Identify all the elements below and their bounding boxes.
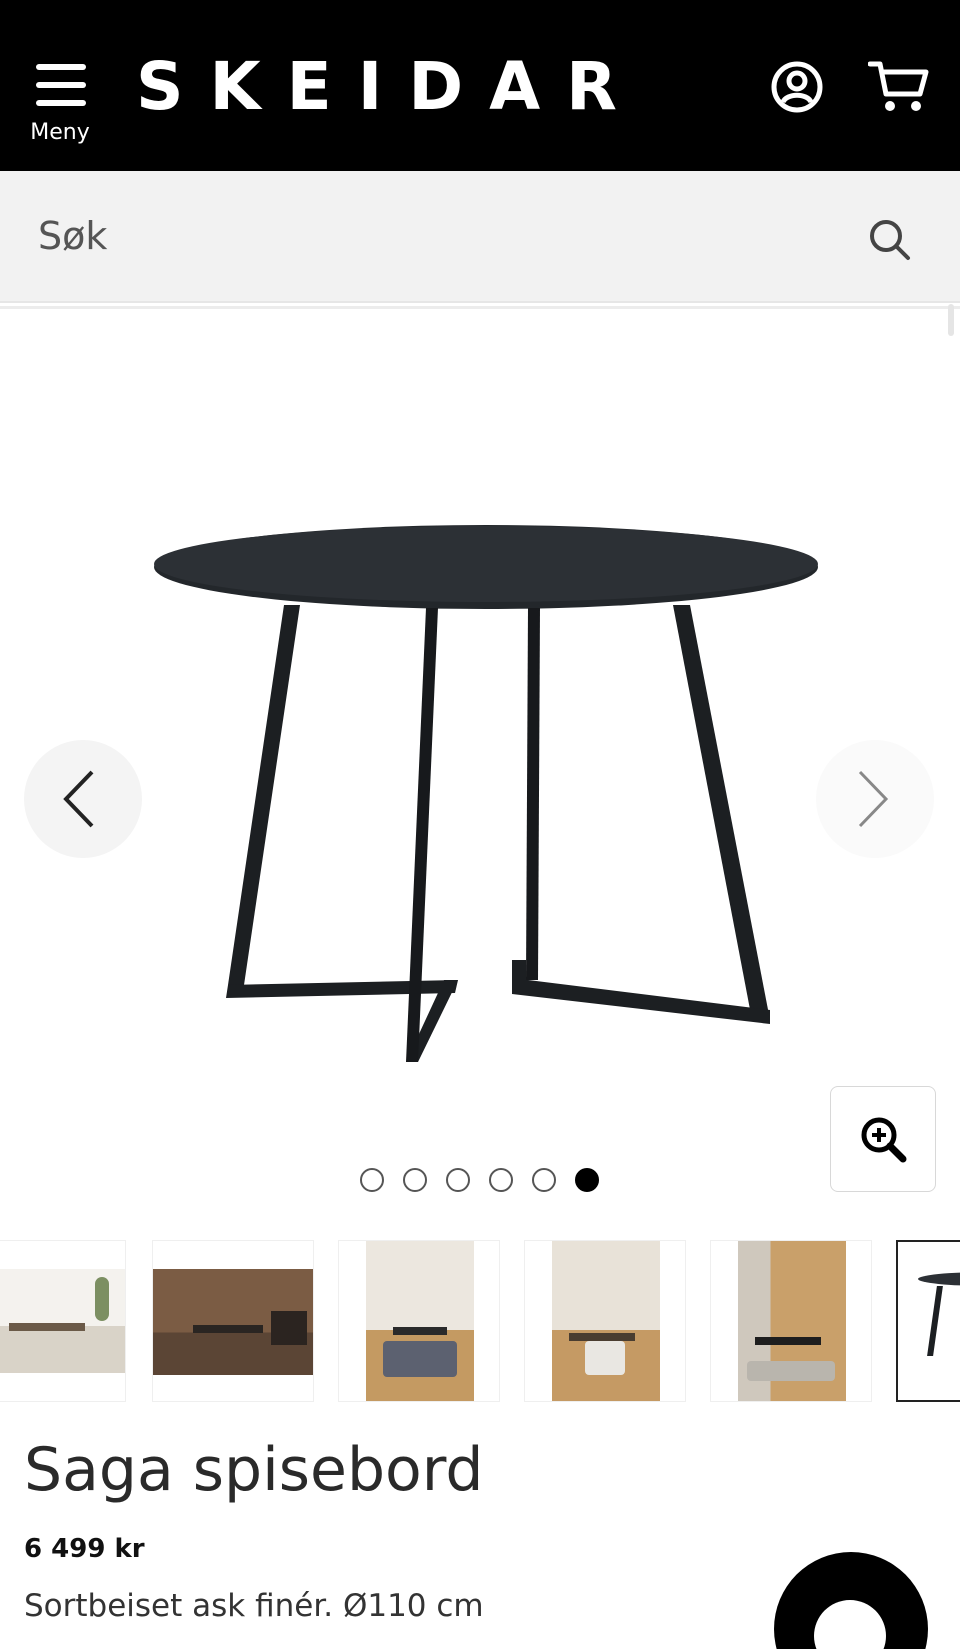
menu-button[interactable]: Meny <box>28 58 92 150</box>
thumbnail[interactable] <box>338 1240 500 1402</box>
zoom-in-icon <box>861 1117 907 1163</box>
thumbnail-strip <box>0 1240 960 1402</box>
user-account-icon[interactable] <box>770 60 824 114</box>
brand-logo[interactable]: SKEIDAR <box>136 52 643 122</box>
thumbnail[interactable] <box>524 1240 686 1402</box>
product-title: Saga spisebord <box>24 1435 484 1505</box>
carousel-dot-active[interactable] <box>575 1168 599 1192</box>
product-description: Sortbeiset ask finér. Ø110 cm <box>24 1588 484 1624</box>
thumbnail[interactable] <box>0 1240 126 1402</box>
chat-icon <box>814 1600 886 1649</box>
carousel-pagination <box>360 1168 599 1192</box>
thumbnail-active[interactable] <box>896 1240 960 1402</box>
zoom-button[interactable] <box>830 1086 936 1192</box>
carousel-dot[interactable] <box>489 1168 513 1192</box>
chevron-left-icon <box>63 770 94 828</box>
carousel-prev-button[interactable] <box>24 740 142 858</box>
carousel-dot[interactable] <box>532 1168 556 1192</box>
carousel-dot[interactable] <box>403 1168 427 1192</box>
carousel-next-button[interactable] <box>816 740 934 858</box>
chevron-right-icon <box>858 770 889 828</box>
chat-button[interactable] <box>774 1552 928 1649</box>
carousel-dot[interactable] <box>446 1168 470 1192</box>
carousel-dot[interactable] <box>360 1168 384 1192</box>
site-header: Meny SKEIDAR <box>0 0 960 171</box>
search-bar <box>0 171 960 303</box>
scrollbar[interactable] <box>948 304 954 336</box>
thumbnail[interactable] <box>710 1240 872 1402</box>
product-price: 6 499 kr <box>24 1534 145 1564</box>
thumbnail[interactable] <box>152 1240 314 1402</box>
product-main-image[interactable] <box>140 480 830 1080</box>
hamburger-menu-icon <box>36 62 86 110</box>
search-icon[interactable] <box>868 218 912 262</box>
divider <box>0 306 960 309</box>
menu-label: Meny <box>30 120 90 145</box>
shopping-cart-icon[interactable] <box>867 58 930 116</box>
search-input[interactable] <box>38 203 818 269</box>
